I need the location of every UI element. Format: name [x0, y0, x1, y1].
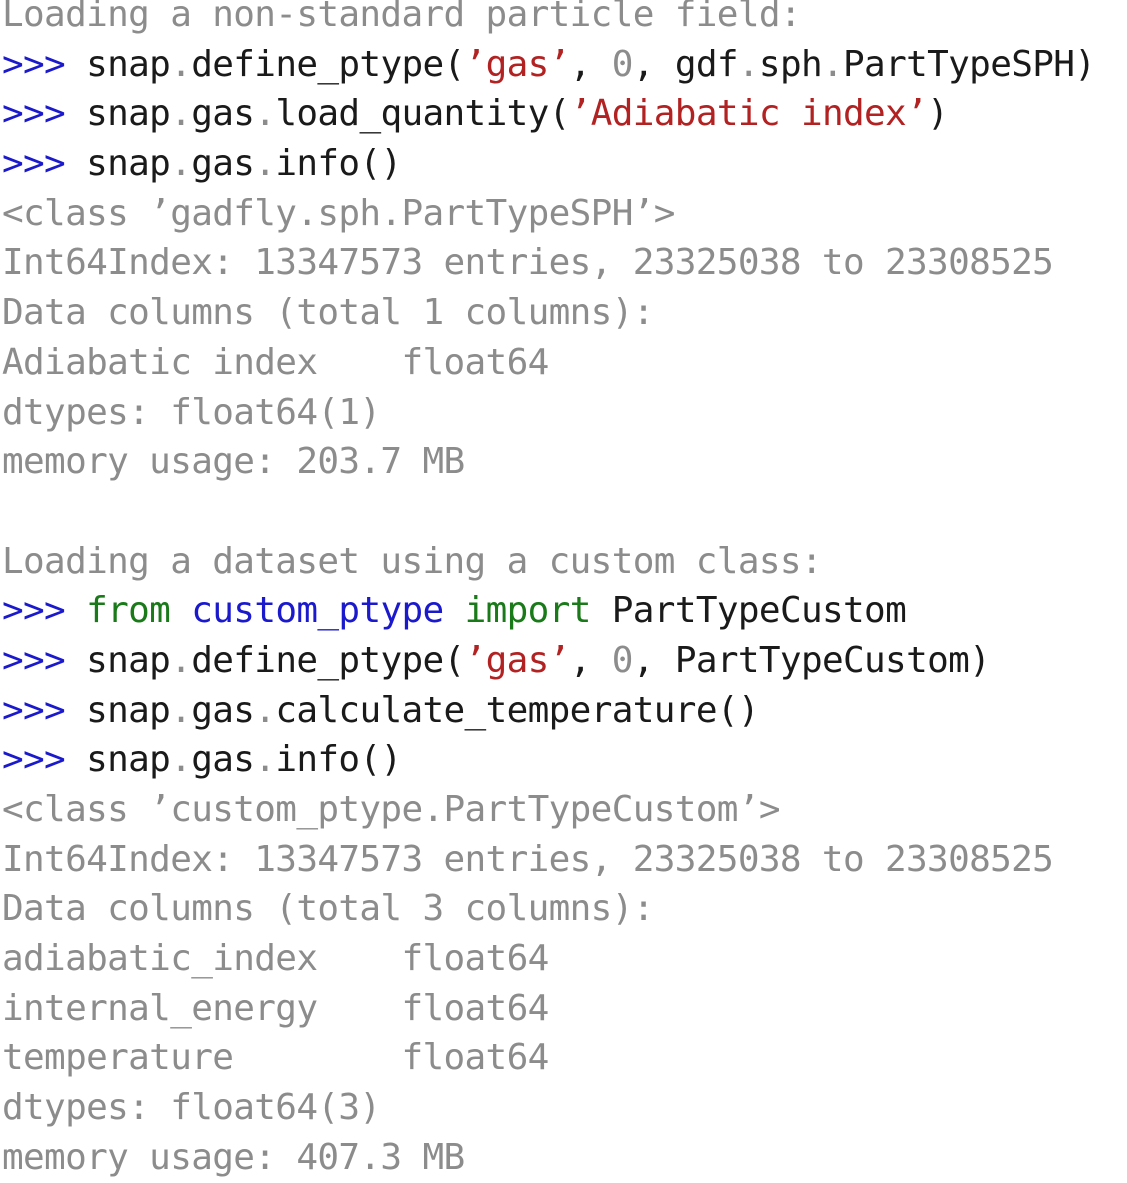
output-line: memory usage: 203.7 MB	[2, 441, 465, 483]
code-token: ,	[569, 639, 612, 681]
output-line: Int64Index: 13347573 entries, 23325038 t…	[2, 242, 1054, 284]
code-token: snap	[65, 43, 171, 85]
output-line: Data columns (total 1 columns):	[2, 292, 654, 334]
code-token: 0	[611, 43, 634, 85]
code-token: gas	[191, 689, 255, 731]
code-listing: Loading a non-standard particle field: >>…	[2, 0, 1096, 1183]
output-line: internal_energy float64	[2, 987, 549, 1029]
code-token: .	[822, 43, 844, 85]
code-token: .	[170, 739, 192, 781]
code-token: .	[254, 93, 276, 135]
code-token: ’gas’	[464, 639, 571, 681]
code-token: load_quantity(	[275, 93, 570, 135]
section-heading: Loading a dataset using a custom class:	[2, 540, 823, 582]
code-line: >>> snap.gas.calculate_temperature()	[2, 686, 1095, 736]
prompt-marker: >>>	[2, 639, 66, 681]
prompt-marker: >>>	[2, 590, 66, 632]
code-token: define_ptype(	[191, 43, 465, 85]
output-line: Data columns (total 3 columns):	[2, 888, 654, 930]
code-token: .	[254, 143, 276, 185]
code-token: .	[737, 43, 760, 85]
code-token: snap	[65, 143, 171, 185]
code-token: snap	[65, 639, 171, 681]
code-token: info()	[275, 739, 402, 781]
code-token: snap	[65, 739, 171, 781]
code-token: define_ptype(	[191, 639, 465, 681]
code-token: from	[86, 590, 171, 632]
output-line: temperature float64	[2, 1037, 549, 1079]
code-token: .	[254, 739, 276, 781]
code-line: >>> snap.define_ptype(’gas’, 0, PartType…	[2, 636, 1095, 686]
output-line: <class ’gadfly.sph.PartTypeSPH’>	[2, 192, 675, 234]
section-heading: Loading a non-standard particle field:	[2, 0, 802, 35]
code-token: snap	[65, 689, 171, 731]
output-line: <class ’custom_ptype.PartTypeCustom’>	[2, 789, 781, 830]
output-line: memory usage: 407.3 MB	[2, 1136, 465, 1178]
code-token: .	[170, 639, 192, 681]
output-line: Adiabatic index float64	[2, 341, 549, 383]
output-line: dtypes: float64(3)	[2, 1087, 381, 1129]
prompt-marker: >>>	[2, 43, 66, 85]
code-token: 0	[611, 639, 634, 681]
output-line: adiabatic_index float64	[2, 938, 549, 980]
code-token: ’gas’	[464, 43, 571, 85]
code-line: >>> snap.gas.info()	[2, 139, 1095, 189]
prompt-marker: >>>	[2, 93, 66, 135]
code-token: gas	[191, 93, 255, 135]
code-token: .	[170, 689, 192, 731]
code-line: >>> snap.define_ptype(’gas’, 0, gdf.sph.…	[2, 40, 1096, 90]
code-token: , PartTypeCustom)	[632, 639, 991, 681]
code-token: gas	[191, 739, 255, 781]
code-token: ’Adiabatic index’	[569, 93, 928, 135]
code-token: import	[464, 590, 592, 632]
code-token: , gdf	[632, 43, 739, 85]
code-token: calculate_temperature()	[275, 689, 759, 731]
code-token: snap	[65, 93, 171, 135]
output-line: Int64Index: 13347573 entries, 23325038 t…	[2, 838, 1054, 880]
prompt-marker: >>>	[2, 143, 66, 185]
code-token: PartTypeCustom	[590, 590, 907, 632]
prompt-marker: >>>	[2, 739, 66, 781]
code-token: custom_ptype	[191, 590, 444, 632]
code-token: ,	[569, 43, 612, 85]
code-line: >>> snap.gas.load_quantity(’Adiabatic in…	[2, 89, 1095, 139]
code-token: .	[170, 43, 192, 85]
code-token: PartTypeSPH)	[843, 43, 1096, 85]
code-token: .	[170, 143, 192, 185]
code-listing-page: { "colors": { "default": "#1a1a1a", "out…	[0, 0, 1127, 1181]
code-token: sph	[758, 43, 823, 85]
output-line: dtypes: float64(1)	[2, 391, 381, 433]
code-token: .	[170, 93, 192, 135]
code-line: >>> snap.gas.info()	[2, 735, 1095, 785]
code-token: )	[927, 93, 949, 135]
code-token: .	[254, 689, 276, 731]
code-token: gas	[191, 143, 255, 185]
code-token: info()	[275, 143, 402, 185]
code-line: >>> from custom_ptype import PartTypeCus…	[2, 586, 1095, 636]
prompt-marker: >>>	[2, 689, 66, 731]
